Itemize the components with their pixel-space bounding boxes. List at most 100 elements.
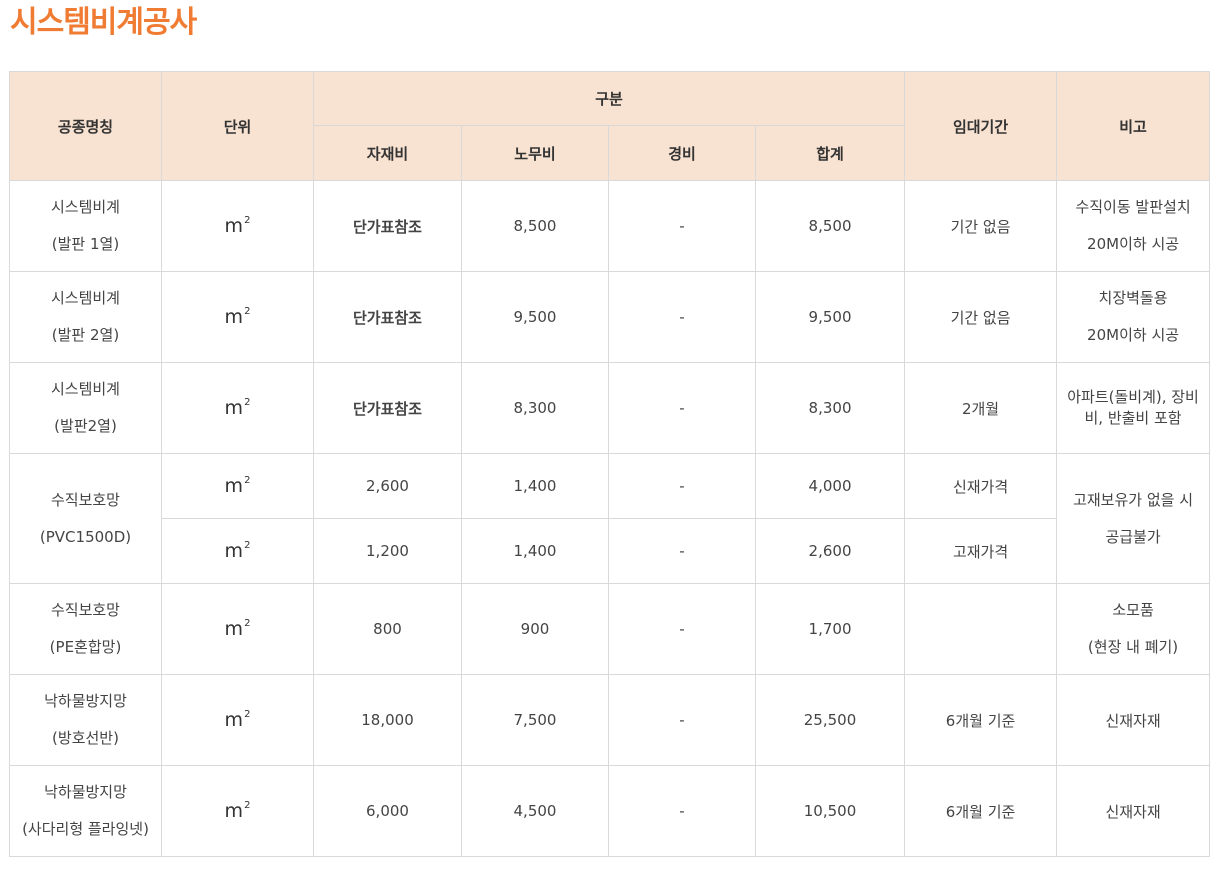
note-line: 20M이하 시공 bbox=[1087, 326, 1180, 344]
header-note: 비고 bbox=[1056, 71, 1211, 181]
note-cell: 아파트(돌비계), 장비비, 반출비 포함 bbox=[1056, 362, 1211, 454]
note-cell: 치장벽돌용 20M이하 시공 bbox=[1056, 271, 1211, 363]
unit-cell: m2 bbox=[161, 362, 314, 454]
item-spec: (발판2열) bbox=[54, 417, 117, 435]
expense-cost: - bbox=[608, 362, 756, 454]
page-title: 시스템비계공사 bbox=[10, 5, 197, 40]
item-name-cell: 시스템비계 (발판 2열) bbox=[9, 271, 162, 363]
unit-cell: m2 bbox=[161, 271, 314, 363]
unit-sup: 2 bbox=[244, 397, 251, 408]
table-row: 시스템비계 (발판 2열) m2 단가표참조 9,500 - 9,500 기간 없… bbox=[9, 271, 1211, 363]
note-cell: 수직이동 발판설치 20M이하 시공 bbox=[1056, 180, 1211, 272]
header-total: 합계 bbox=[754, 125, 906, 181]
item-name-cell: 낙하물방지망 (방호선반) bbox=[9, 674, 162, 766]
expense-cost: - bbox=[608, 765, 756, 857]
note-line: (현장 내 폐기) bbox=[1087, 638, 1179, 656]
labor-cost: 1,400 bbox=[461, 453, 609, 519]
item-name: 시스템비계 bbox=[50, 289, 120, 307]
labor-cost: 9,500 bbox=[461, 271, 609, 363]
note-cell: 신재자재 bbox=[1056, 674, 1211, 766]
unit-cell: m2 bbox=[161, 518, 314, 584]
total-cost: 4,000 bbox=[754, 453, 906, 519]
unit-label: m bbox=[224, 306, 244, 328]
note-cell: 고재보유가 없을 시 공급불가 bbox=[1056, 453, 1211, 584]
item-name: 낙하물방지망 bbox=[44, 692, 127, 710]
table-row: 수직보호망 (PVC1500D) m2 2,600 1,400 - 4,000 신… bbox=[9, 453, 1211, 584]
item-spec: (발판 2열) bbox=[51, 326, 120, 344]
rental-period: 고재가격 bbox=[904, 518, 1058, 584]
note-line: 소모품 bbox=[1112, 601, 1154, 619]
item-name-cell: 시스템비계 (발판2열) bbox=[9, 362, 162, 454]
expense-cost: - bbox=[608, 180, 756, 272]
total-cost: 9,500 bbox=[754, 271, 906, 363]
total-cost: 10,500 bbox=[754, 765, 906, 857]
note-line: 20M이하 시공 bbox=[1087, 235, 1180, 253]
table-row: 시스템비계 (발판2열) m2 단가표참조 8,300 - 8,300 2개월 아… bbox=[9, 362, 1211, 454]
total-cost: 2,600 bbox=[754, 518, 906, 584]
item-spec: (PVC1500D) bbox=[39, 527, 132, 546]
note-cell: 신재자재 bbox=[1056, 765, 1211, 857]
unit-sup: 2 bbox=[244, 800, 251, 811]
header-unit: 단위 bbox=[161, 71, 314, 181]
unit-sup: 2 bbox=[244, 540, 251, 551]
total-cost: 25,500 bbox=[754, 674, 906, 766]
item-name: 수직보호망 bbox=[50, 601, 120, 619]
item-spec: (사다리형 플라잉넷) bbox=[22, 820, 149, 838]
labor-cost: 8,500 bbox=[461, 180, 609, 272]
material-cost: 1,200 bbox=[313, 518, 462, 584]
item-name-cell: 시스템비계 (발판 1열) bbox=[9, 180, 162, 272]
item-name: 시스템비계 bbox=[50, 198, 120, 216]
item-name-cell: 수직보호망 (PVC1500D) bbox=[9, 453, 162, 584]
total-cost: 8,300 bbox=[754, 362, 906, 454]
rental-period: 2개월 bbox=[904, 362, 1058, 454]
unit-label: m bbox=[224, 618, 244, 640]
unit-label: m bbox=[224, 709, 244, 731]
item-name: 낙하물방지망 bbox=[44, 783, 127, 801]
table-row: 수직보호망 (PE혼합망) m2 800 900 - 1,700 소모품 (현장 내… bbox=[9, 583, 1211, 675]
unit-cell: m2 bbox=[161, 453, 314, 519]
item-spec: (발판 1열) bbox=[51, 235, 120, 253]
expense-cost: - bbox=[608, 583, 756, 675]
total-cost: 8,500 bbox=[754, 180, 906, 272]
rental-period: 기간 없음 bbox=[904, 180, 1058, 272]
unit-cell: m2 bbox=[161, 765, 314, 857]
material-cost: 2,600 bbox=[313, 453, 462, 519]
labor-cost: 4,500 bbox=[461, 765, 609, 857]
header-labor: 노무비 bbox=[461, 125, 609, 181]
material-cost: 800 bbox=[313, 583, 462, 675]
material-cost: 6,000 bbox=[313, 765, 462, 857]
total-cost: 1,700 bbox=[754, 583, 906, 675]
item-name-cell: 수직보호망 (PE혼합망) bbox=[9, 583, 162, 675]
item-name-cell: 낙하물방지망 (사다리형 플라잉넷) bbox=[9, 765, 162, 857]
header-name: 공종명칭 bbox=[9, 71, 162, 181]
item-spec: (방호선반) bbox=[52, 729, 119, 747]
unit-sup: 2 bbox=[244, 306, 251, 317]
item-name: 수직보호망 bbox=[50, 490, 120, 509]
unit-cell: m2 bbox=[161, 674, 314, 766]
header-material: 자재비 bbox=[313, 125, 462, 181]
header-period: 임대기간 bbox=[904, 71, 1058, 181]
unit-sup: 2 bbox=[244, 215, 251, 226]
rental-period: 기간 없음 bbox=[904, 271, 1058, 363]
unit-label: m bbox=[224, 397, 244, 419]
expense-cost: - bbox=[608, 453, 756, 519]
item-spec: (PE혼합망) bbox=[49, 638, 122, 656]
rental-period bbox=[904, 583, 1058, 675]
item-name: 시스템비계 bbox=[50, 380, 120, 398]
rental-period: 6개월 기준 bbox=[904, 765, 1058, 857]
material-cost: 18,000 bbox=[313, 674, 462, 766]
unit-label: m bbox=[224, 800, 244, 822]
labor-cost: 7,500 bbox=[461, 674, 609, 766]
unit-sup: 2 bbox=[244, 618, 251, 629]
material-cost: 단가표참조 bbox=[313, 271, 462, 363]
header-expense: 경비 bbox=[608, 125, 756, 181]
rental-period: 6개월 기준 bbox=[904, 674, 1058, 766]
expense-cost: - bbox=[608, 518, 756, 584]
rental-period: 신재가격 bbox=[904, 453, 1058, 519]
labor-cost: 8,300 bbox=[461, 362, 609, 454]
expense-cost: - bbox=[608, 674, 756, 766]
note-line: 수직이동 발판설치 bbox=[1075, 198, 1191, 216]
note-cell: 소모품 (현장 내 폐기) bbox=[1056, 583, 1211, 675]
labor-cost: 1,400 bbox=[461, 518, 609, 584]
unit-cell: m2 bbox=[161, 583, 314, 675]
